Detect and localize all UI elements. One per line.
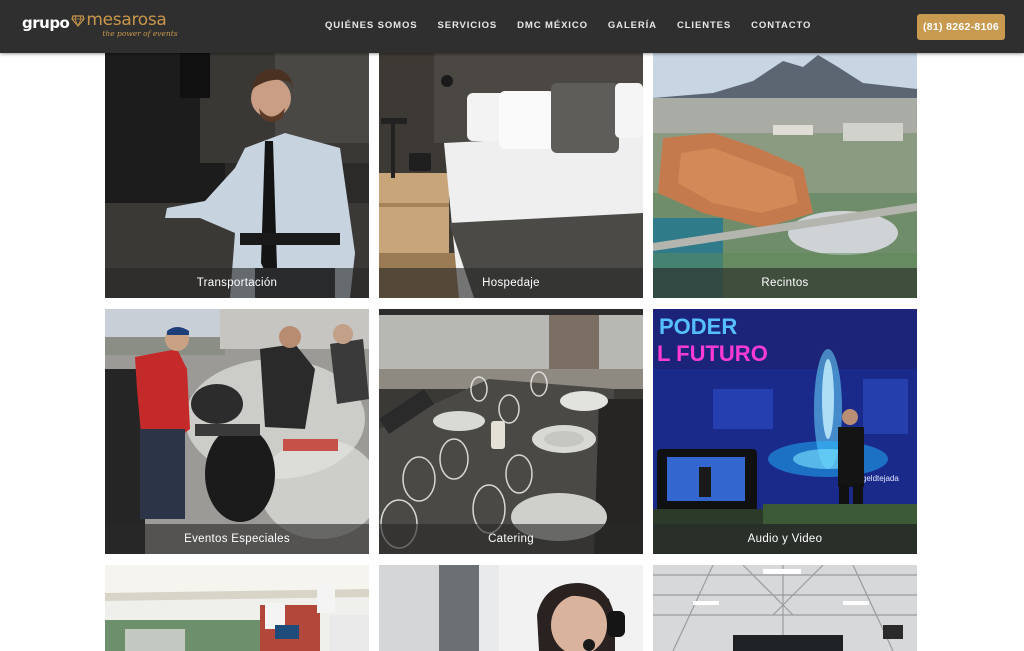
service-tile-transportacion[interactable]: Transportación [105,53,369,298]
tile-caption: Hospedaje [379,268,643,298]
nav-clientes[interactable]: Clientes [677,20,731,31]
phone-button[interactable]: (81) 8262-8106 [917,14,1005,40]
service-tile-eventos-especiales[interactable]: Eventos Especiales [105,309,369,554]
headset-woman-photo [379,565,643,651]
screen-text-line-2: L FUTURO [657,341,768,366]
nav-contacto[interactable]: Contacto [751,20,811,31]
stage-photo: PODER L FUTURO jorgeldtejada [653,309,917,554]
service-tile-warehouse[interactable] [653,565,917,651]
registration-tent-photo [105,565,369,651]
brand-logo[interactable]: grupo mesarosa the power of events [22,10,178,39]
logo-tagline: the power of events [102,29,178,38]
barbecue-photo [105,309,369,554]
top-navbar: grupo mesarosa the power of events Quién… [0,0,1024,53]
nav-servicios[interactable]: Servicios [437,20,497,31]
tile-caption: Transportación [105,268,369,298]
transportation-photo [105,53,369,298]
nav-dmc-mexico[interactable]: DMC México [517,20,588,31]
catering-table-photo [379,309,643,554]
hotel-bed-photo [379,53,643,298]
tile-caption: Recintos [653,268,917,298]
warehouse-photo [653,565,917,651]
venue-aerial-photo [653,53,917,298]
nav-quienes-somos[interactable]: Quiénes Somos [325,20,417,31]
main-menu: Quiénes Somos Servicios DMC México Galer… [325,20,831,31]
nav-galeria[interactable]: Galería [608,20,657,31]
diamond-icon [71,15,86,27]
screen-text-line-1: PODER [659,314,737,339]
service-tile-registration[interactable] [105,565,369,651]
service-tile-audio-y-video[interactable]: PODER L FUTURO jorgeldtejada Audio y Vid… [653,309,917,554]
tile-caption: Catering [379,524,643,554]
service-tile-recintos[interactable]: Recintos [653,53,917,298]
logo-word-grupo: grupo [22,14,70,32]
logo-word-mesarosa: mesarosa [86,10,167,30]
service-tile-hospedaje[interactable]: Hospedaje [379,53,643,298]
service-tile-catering[interactable]: Catering [379,309,643,554]
service-tile-hostess[interactable] [379,565,643,651]
tile-caption: Audio y Video [653,524,917,554]
tile-caption: Eventos Especiales [105,524,369,554]
